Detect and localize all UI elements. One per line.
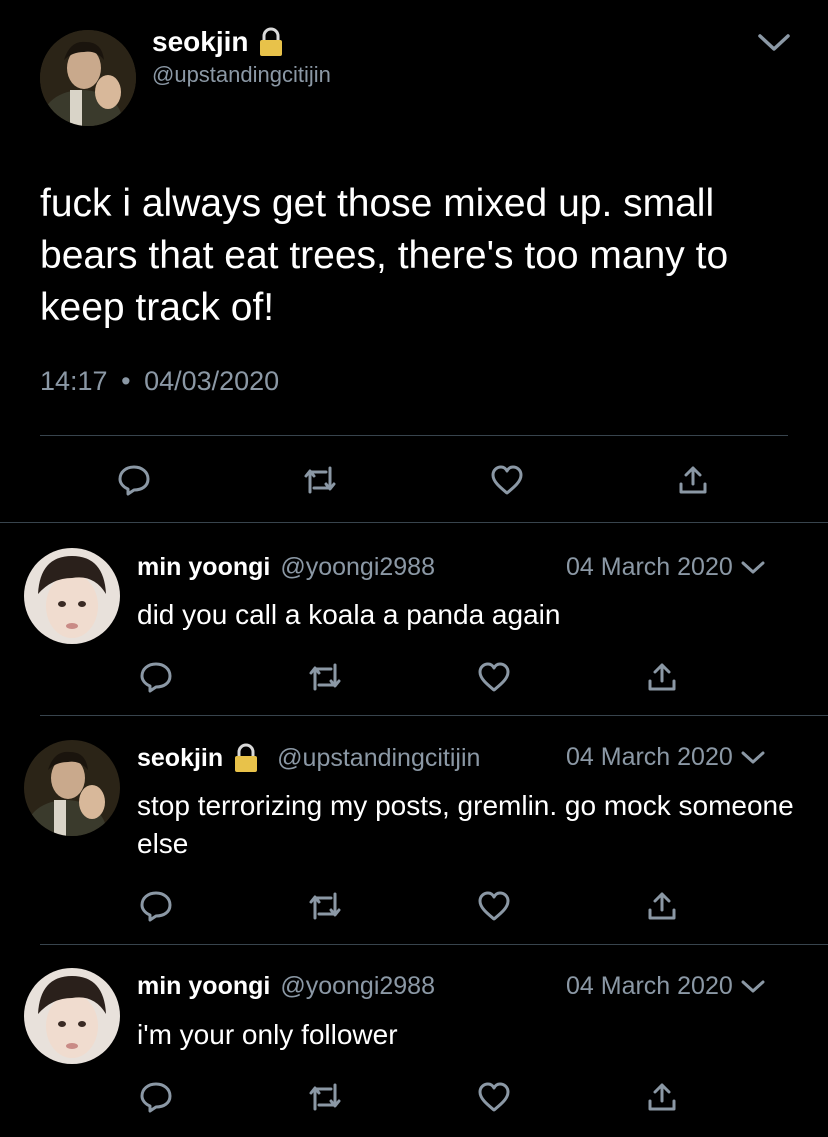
avatar[interactable] <box>24 968 120 1064</box>
like-button[interactable] <box>472 1075 516 1119</box>
share-icon <box>647 661 677 693</box>
like-button[interactable] <box>485 458 529 502</box>
handle[interactable]: @upstandingcitijin <box>152 62 331 88</box>
like-button[interactable] <box>472 655 516 699</box>
chevron-down-icon[interactable] <box>757 32 791 54</box>
like-button[interactable] <box>472 884 516 928</box>
display-name[interactable]: min yoongi <box>137 553 270 582</box>
divider <box>40 435 788 436</box>
handle[interactable]: @yoongi2988 <box>280 553 435 582</box>
share-button[interactable] <box>640 655 684 699</box>
tweet-text: fuck i always get those mixed up. small … <box>40 182 729 329</box>
retweet-icon <box>306 1082 344 1112</box>
chevron-down-icon[interactable] <box>741 750 765 766</box>
tweet-timestamp: 14:17 • 04/03/2020 <box>40 366 279 397</box>
retweet-icon <box>301 465 339 495</box>
avatar[interactable] <box>24 740 120 836</box>
tweet-text: i'm your only follower <box>137 1019 398 1050</box>
heart-icon <box>490 464 524 496</box>
heart-icon <box>477 661 511 693</box>
handle[interactable]: @yoongi2988 <box>280 972 435 1001</box>
share-icon <box>647 1081 677 1113</box>
retweet-icon <box>306 891 344 921</box>
reply-icon <box>117 463 151 497</box>
chevron-down-icon[interactable] <box>741 560 765 576</box>
display-name[interactable]: min yoongi <box>137 972 270 1001</box>
reply-button[interactable] <box>134 1075 178 1119</box>
tweet-date[interactable]: 04 March 2020 <box>566 972 733 1001</box>
share-icon <box>678 464 708 496</box>
share-button[interactable] <box>671 458 715 502</box>
reply-button[interactable] <box>134 884 178 928</box>
tweet-date[interactable]: 04/03/2020 <box>144 366 279 396</box>
lock-icon <box>258 27 284 57</box>
share-icon <box>647 890 677 922</box>
tweet-date[interactable]: 04 March 2020 <box>566 743 733 772</box>
retweet-button[interactable] <box>303 1075 347 1119</box>
share-button[interactable] <box>640 1075 684 1119</box>
retweet-button[interactable] <box>303 655 347 699</box>
tweet-text: stop terrorizing my posts, gremlin. go m… <box>137 790 794 859</box>
display-name[interactable]: seokjin <box>152 26 248 58</box>
share-button[interactable] <box>640 884 684 928</box>
tweet-text: did you call a koala a panda again <box>137 599 561 630</box>
reply-icon <box>139 660 173 694</box>
handle[interactable]: @upstandingcitijin <box>277 744 480 773</box>
heart-icon <box>477 890 511 922</box>
divider <box>0 522 828 523</box>
tweet-time: 14:17 <box>40 366 108 396</box>
avatar[interactable] <box>24 548 120 644</box>
display-name[interactable]: seokjin <box>137 744 223 773</box>
reply-icon <box>139 1080 173 1114</box>
chevron-down-icon[interactable] <box>741 979 765 995</box>
retweet-button[interactable] <box>303 884 347 928</box>
avatar[interactable] <box>40 30 136 126</box>
reply-button[interactable] <box>134 655 178 699</box>
reply-button[interactable] <box>112 458 156 502</box>
divider <box>40 715 828 716</box>
heart-icon <box>477 1081 511 1113</box>
divider <box>40 944 828 945</box>
retweet-button[interactable] <box>298 458 342 502</box>
timestamp-separator: • <box>121 366 131 396</box>
reply-icon <box>139 889 173 923</box>
tweet-date[interactable]: 04 March 2020 <box>566 553 733 582</box>
retweet-icon <box>306 662 344 692</box>
lock-icon <box>233 743 259 773</box>
